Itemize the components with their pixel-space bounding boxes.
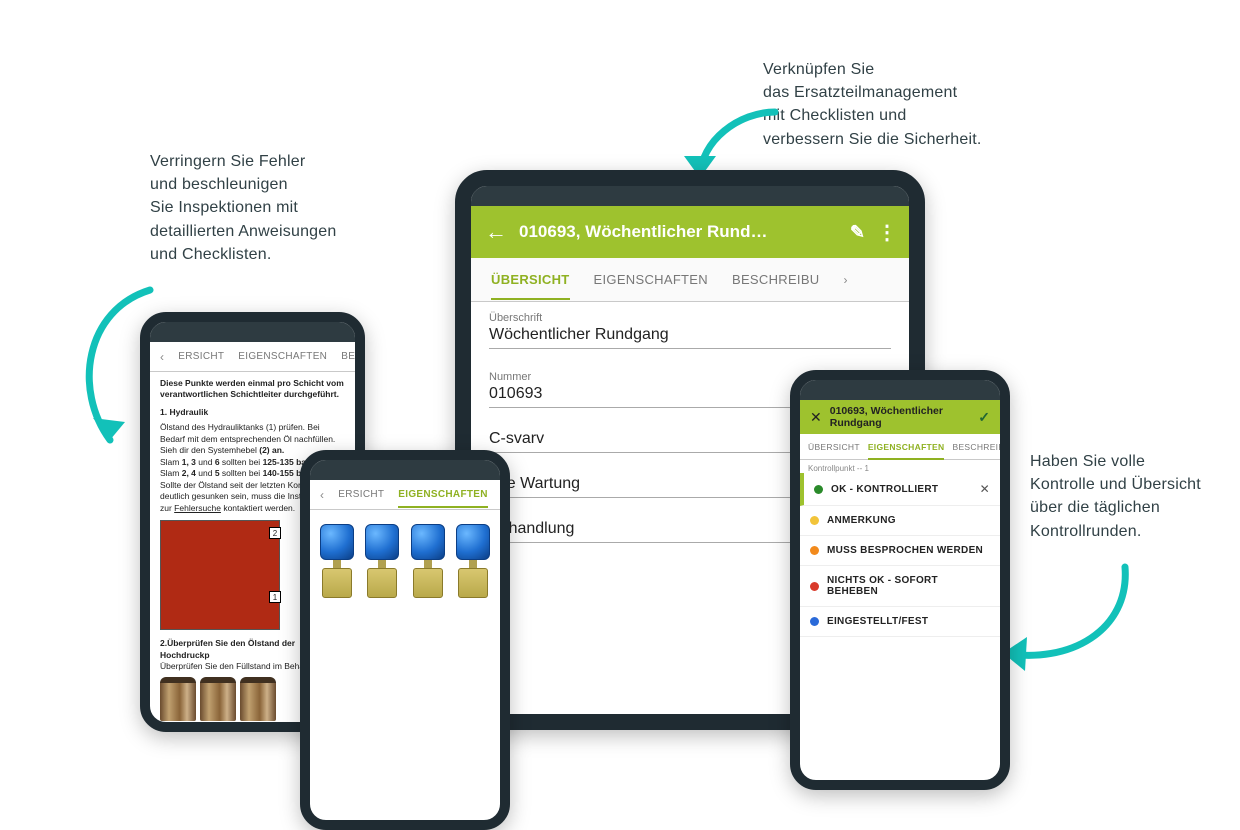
tab-beschreibung[interactable]: BESCHREIBUNG: [341, 351, 365, 362]
back-icon[interactable]: ←: [485, 219, 507, 245]
close-icon[interactable]: ✕: [810, 409, 822, 426]
callout-1: 1: [269, 591, 281, 603]
cylinder-image: [160, 677, 196, 721]
kontrollpunkt-label: Kontrollpunkt -- 1: [800, 460, 1000, 473]
tab-uebersicht[interactable]: ÜBERSICHT: [808, 442, 860, 452]
tablet-appbar: ← 010693, Wöchentlicher Rund… ✎ ⋮: [471, 206, 909, 258]
chevron-left-icon[interactable]: ‹: [160, 350, 164, 364]
tab-eigenschaften[interactable]: EIGENSCHAFTEN: [868, 442, 945, 460]
status-dot-icon: [810, 516, 819, 525]
status-label: OK - KONTROLLIERT: [831, 484, 938, 495]
chevron-right-icon[interactable]: ›: [844, 273, 848, 287]
field-value: Wöchentlicher Rundgang: [489, 326, 891, 344]
tab-eigenschaften[interactable]: EIGENSCHAFTEN: [398, 489, 487, 508]
cylinder-image: [240, 677, 276, 721]
chevron-left-icon[interactable]: ‹: [320, 488, 324, 502]
doc-sec2-title: 2.Überprüfen Sie den Ölstand der Hochdru…: [160, 638, 295, 659]
doc-sec1-title: 1. Hydraulik: [160, 407, 208, 417]
tab-eigenschaften[interactable]: EIGENSCHAFTEN: [594, 272, 708, 287]
tab-uebersicht[interactable]: ÜBERSICHT: [491, 272, 570, 300]
appbar-title: 010693, Wöchentlicher Rundgang: [830, 405, 971, 429]
tab-ersicht[interactable]: ERSICHT: [338, 489, 384, 500]
tab-eigenschaften[interactable]: EIGENSCHAFTEN: [238, 351, 327, 362]
valves-photo: [310, 510, 500, 604]
status-anmerkung[interactable]: ANMERKUNG: [800, 506, 1000, 536]
more-icon[interactable]: ⋮: [877, 220, 895, 245]
valve-image: [407, 524, 449, 598]
status-eingestellt[interactable]: EINGESTELLT/FEST: [800, 607, 1000, 637]
callout-2: 2: [269, 527, 281, 539]
status-dot-icon: [810, 582, 819, 591]
phoneC-tabs: ÜBERSICHT EIGENSCHAFTEN BESCHREIBU ›: [800, 434, 1000, 460]
status-dot-icon: [814, 485, 823, 494]
tablet-tabs: ÜBERSICHT EIGENSCHAFTEN BESCHREIBU ›: [471, 258, 909, 302]
close-icon[interactable]: ✕: [980, 482, 990, 496]
valve-image: [316, 524, 358, 598]
annotation-left: Verringern Sie Fehler und beschleunigen …: [150, 150, 336, 266]
status-besprechen[interactable]: MUSS BESPROCHEN WERDEN: [800, 536, 1000, 566]
status-dot-icon: [810, 546, 819, 555]
phone-checklist: ✕ 010693, Wöchentlicher Rundgang ✓ ÜBERS…: [790, 370, 1010, 790]
status-label: EINGESTELLT/FEST: [827, 616, 928, 627]
phone-spareparts: ‹ ERSICHT EIGENSCHAFTEN BESCHREIBUNG ›: [300, 450, 510, 830]
field-label: Überschrift: [489, 312, 891, 324]
status-label: NICHTS OK - SOFORT BEHEBEN: [827, 575, 990, 597]
tab-beschreibung[interactable]: BESCHREIBU: [952, 442, 1010, 452]
field-ueberschrift[interactable]: Überschrift Wöchentlicher Rundgang: [489, 312, 891, 349]
check-icon[interactable]: ✓: [978, 409, 990, 426]
hydraulic-photo: 2 1: [160, 520, 280, 630]
edit-icon[interactable]: ✎: [850, 222, 865, 243]
valve-image: [362, 524, 404, 598]
status-dot-icon: [810, 617, 819, 626]
tab-beschreibung[interactable]: BESCHREIBU: [732, 272, 820, 287]
phoneB-tabs: ‹ ERSICHT EIGENSCHAFTEN BESCHREIBUNG ›: [310, 480, 500, 510]
tablet-statusbar: [471, 186, 909, 206]
status-label: ANMERKUNG: [827, 515, 896, 526]
phoneC-statusbar: [800, 380, 1000, 400]
doc-intro: Diese Punkte werden einmal pro Schicht v…: [160, 378, 344, 399]
phoneB-statusbar: [310, 460, 500, 480]
status-label: MUSS BESPROCHEN WERDEN: [827, 545, 983, 556]
tab-ersicht[interactable]: ERSICHT: [178, 351, 224, 362]
status-ok[interactable]: OK - KONTROLLIERT ✕: [800, 473, 1000, 506]
phoneA-statusbar: [150, 322, 355, 342]
cylinder-image: [200, 677, 236, 721]
phoneA-tabs: ‹ ERSICHT EIGENSCHAFTEN BESCHREIBUNG ›: [150, 342, 355, 372]
tab-beschreibung[interactable]: BESCHREIBUNG: [502, 489, 510, 500]
status-nichts-ok[interactable]: NICHTS OK - SOFORT BEHEBEN: [800, 566, 1000, 607]
valve-image: [453, 524, 495, 598]
annotation-right: Haben Sie volle Kontrolle und Übersicht …: [1030, 450, 1201, 543]
phoneC-appbar: ✕ 010693, Wöchentlicher Rundgang ✓: [800, 400, 1000, 434]
appbar-title: 010693, Wöchentlicher Rund…: [519, 222, 838, 242]
